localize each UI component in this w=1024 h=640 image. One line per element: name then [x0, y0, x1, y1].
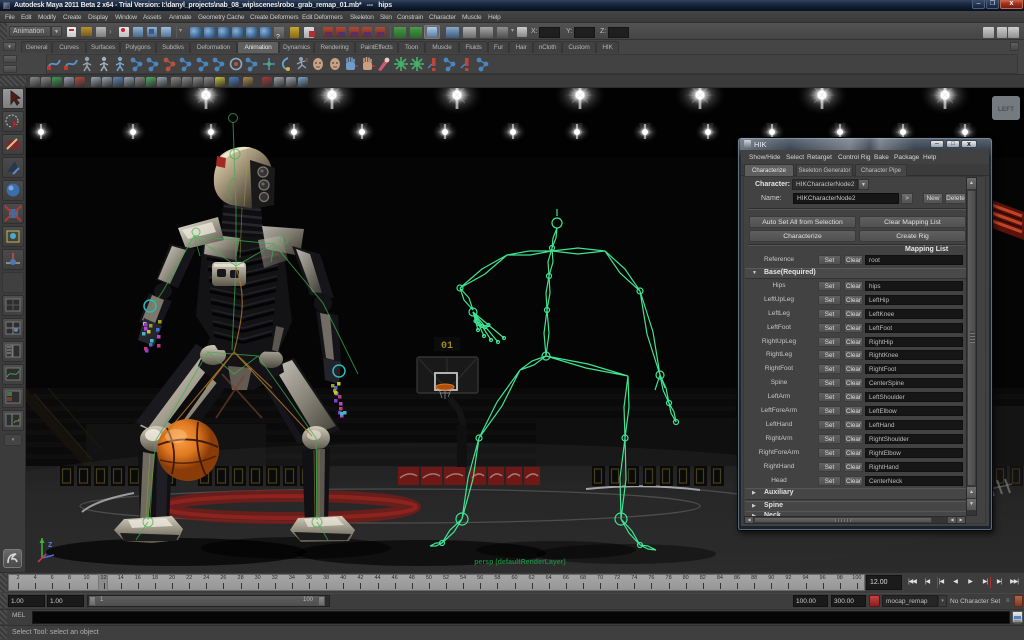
svg-text:LEFT: LEFT [998, 106, 1014, 113]
svg-text:Z: Z [48, 542, 53, 549]
svg-text:persp (defaultRenderLayer): persp (defaultRenderLayer) [474, 559, 565, 566]
svg-text:01: 01 [441, 341, 453, 352]
